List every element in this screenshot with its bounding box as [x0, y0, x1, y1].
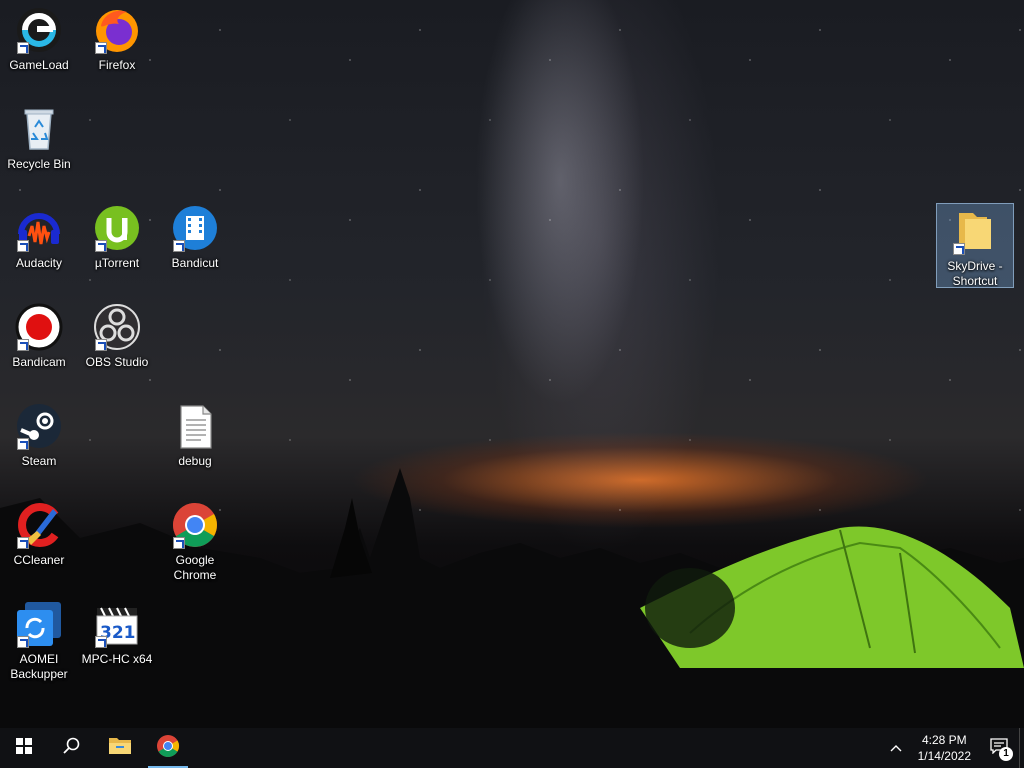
shortcut-arrow-icon	[17, 438, 29, 450]
icon-label: Google Chrome	[173, 553, 217, 582]
desktop-icon-audacity[interactable]: Audacity	[1, 201, 77, 271]
shortcut-arrow-icon	[17, 339, 29, 351]
shortcut-arrow-icon	[95, 42, 107, 54]
taskbar-file-explorer[interactable]	[96, 728, 144, 768]
taskbar-chrome[interactable]	[144, 728, 192, 768]
shortcut-arrow-icon	[17, 240, 29, 252]
desktop-icon-firefox[interactable]: Firefox	[79, 3, 155, 73]
desktop-icon-bandicam[interactable]: Bandicam	[1, 300, 77, 370]
ccleaner-icon	[15, 501, 63, 549]
firefox-icon	[93, 6, 141, 54]
icon-label: Recycle Bin	[7, 157, 71, 171]
desktop-icon-google-chrome[interactable]: Google Chrome	[157, 498, 233, 583]
taskbar: 4:28 PM 1/14/2022 1	[0, 728, 1024, 768]
icon-label: Bandicam	[12, 355, 66, 369]
utorrent-icon	[93, 204, 141, 252]
search-button[interactable]	[48, 728, 96, 768]
clock-date: 1/14/2022	[917, 749, 971, 763]
show-hidden-icons-button[interactable]	[882, 728, 910, 768]
gameload-icon	[15, 6, 63, 54]
start-button[interactable]	[0, 728, 48, 768]
search-icon	[63, 737, 81, 760]
bandicut-icon	[171, 204, 219, 252]
audacity-icon	[15, 204, 63, 252]
obs-studio-icon	[93, 303, 141, 351]
shortcut-arrow-icon	[173, 240, 185, 252]
desktop-icon-debug[interactable]: debug	[157, 399, 233, 469]
desktop-icon-skydrive-shortcut[interactable]: SkyDrive - Shortcut	[936, 203, 1014, 288]
desktop-icon-utorrent[interactable]: µTorrent	[79, 201, 155, 271]
steam-icon	[15, 402, 63, 450]
desktop-icon-aomei-backupper[interactable]: AOMEI Backupper	[1, 597, 77, 682]
icon-label: Steam	[21, 454, 57, 468]
icon-label: Bandicut	[171, 256, 219, 270]
desktop-icon-bandicut[interactable]: Bandicut	[157, 201, 233, 271]
icon-label: CCleaner	[13, 553, 65, 567]
icon-label: OBS Studio	[85, 355, 149, 369]
windows-icon	[16, 737, 32, 759]
text-file-icon	[171, 402, 219, 450]
desktop-icon-recycle-bin[interactable]: Recycle Bin	[1, 102, 77, 172]
icon-label: MPC-HC x64	[81, 652, 153, 666]
notification-badge: 1	[999, 747, 1013, 761]
desktop-icon-ccleaner[interactable]: CCleaner	[1, 498, 77, 568]
shortcut-arrow-icon	[17, 42, 29, 54]
recycle-bin-icon	[15, 105, 63, 153]
desktop-icon-steam[interactable]: Steam	[1, 399, 77, 469]
clock[interactable]: 4:28 PM 1/14/2022	[910, 732, 979, 764]
bandicam-icon	[15, 303, 63, 351]
desktop-icon-obs-studio[interactable]: OBS Studio	[79, 300, 155, 370]
folder-icon	[951, 207, 999, 255]
aomei-backupper-icon	[15, 600, 63, 648]
shortcut-arrow-icon	[95, 240, 107, 252]
system-tray: 4:28 PM 1/14/2022 1	[882, 728, 1024, 768]
icon-label: Audacity	[15, 256, 63, 270]
icon-label: µTorrent	[94, 256, 140, 270]
file-explorer-icon	[108, 736, 132, 761]
icon-label: GameLoad	[9, 58, 69, 72]
icon-label: debug	[178, 454, 212, 468]
show-desktop-button[interactable]	[1019, 728, 1024, 768]
chrome-icon	[171, 501, 219, 549]
desktop-icon-gameload[interactable]: GameLoad	[1, 3, 77, 73]
action-center-button[interactable]: 1	[979, 728, 1019, 768]
chrome-icon	[156, 734, 180, 763]
shortcut-arrow-icon	[17, 537, 29, 549]
shortcut-arrow-icon	[95, 636, 107, 648]
clock-time: 4:28 PM	[921, 733, 967, 747]
shortcut-arrow-icon	[17, 636, 29, 648]
icon-label: SkyDrive - Shortcut	[947, 259, 1003, 288]
shortcut-arrow-icon	[95, 339, 107, 351]
shortcut-arrow-icon	[953, 243, 965, 255]
chevron-up-icon	[890, 739, 902, 757]
desktop-icon-mpc-hc[interactable]: 321 MPC-HC x64	[79, 597, 155, 667]
icon-label: AOMEI Backupper	[10, 652, 68, 681]
mpc-hc-icon: 321	[93, 600, 141, 648]
shortcut-arrow-icon	[173, 537, 185, 549]
icon-label: Firefox	[98, 58, 136, 72]
